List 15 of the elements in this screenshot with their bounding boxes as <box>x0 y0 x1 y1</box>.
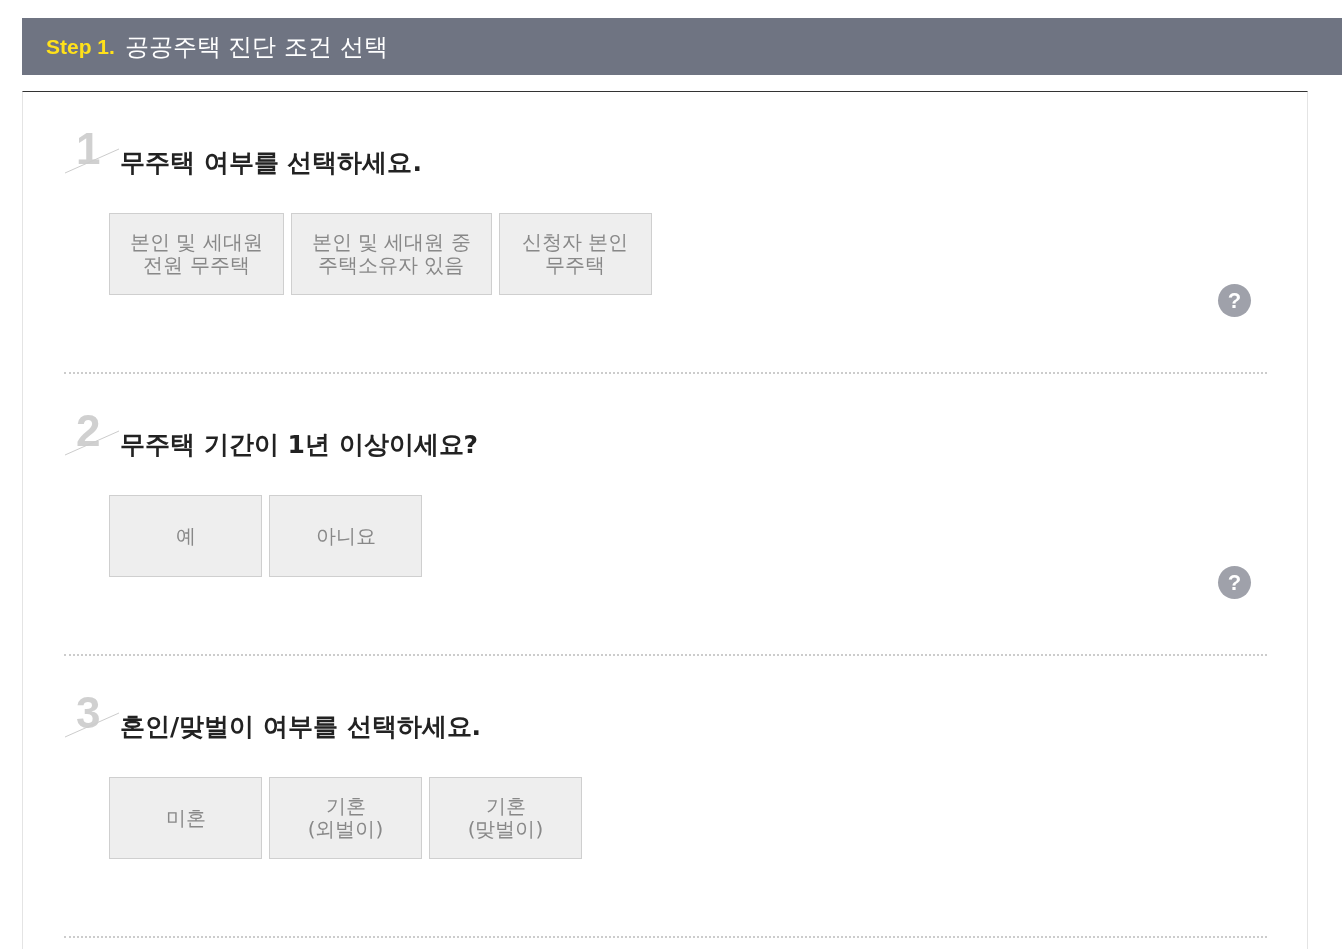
question-title: 혼인/맞벌이 여부를 선택하세요. <box>120 712 482 742</box>
option-button[interactable]: 본인 및 세대원 전원 무주택 <box>109 213 284 295</box>
option-button[interactable]: 예 <box>109 495 262 577</box>
help-icon[interactable]: ? <box>1218 284 1251 317</box>
option-button[interactable]: 본인 및 세대원 중 주택소유자 있음 <box>290 213 492 295</box>
step-title: 공공주택 진단 조건 선택 <box>124 31 388 63</box>
question-title: 무주택 기간이 1년 이상이세요? <box>120 430 478 460</box>
option-button[interactable]: 기혼 (외벌이) <box>269 777 422 859</box>
question-title: 무주택 여부를 선택하세요. <box>120 148 422 178</box>
option-button[interactable]: 기혼 (맞벌이) <box>429 777 582 859</box>
option-button[interactable]: 미혼 <box>109 777 262 859</box>
option-button[interactable]: 신청자 본인 무주택 <box>498 213 652 295</box>
option-button[interactable]: 아니요 <box>269 495 422 577</box>
step-label: Step 1. <box>46 34 115 59</box>
help-icon[interactable]: ? <box>1218 566 1251 599</box>
